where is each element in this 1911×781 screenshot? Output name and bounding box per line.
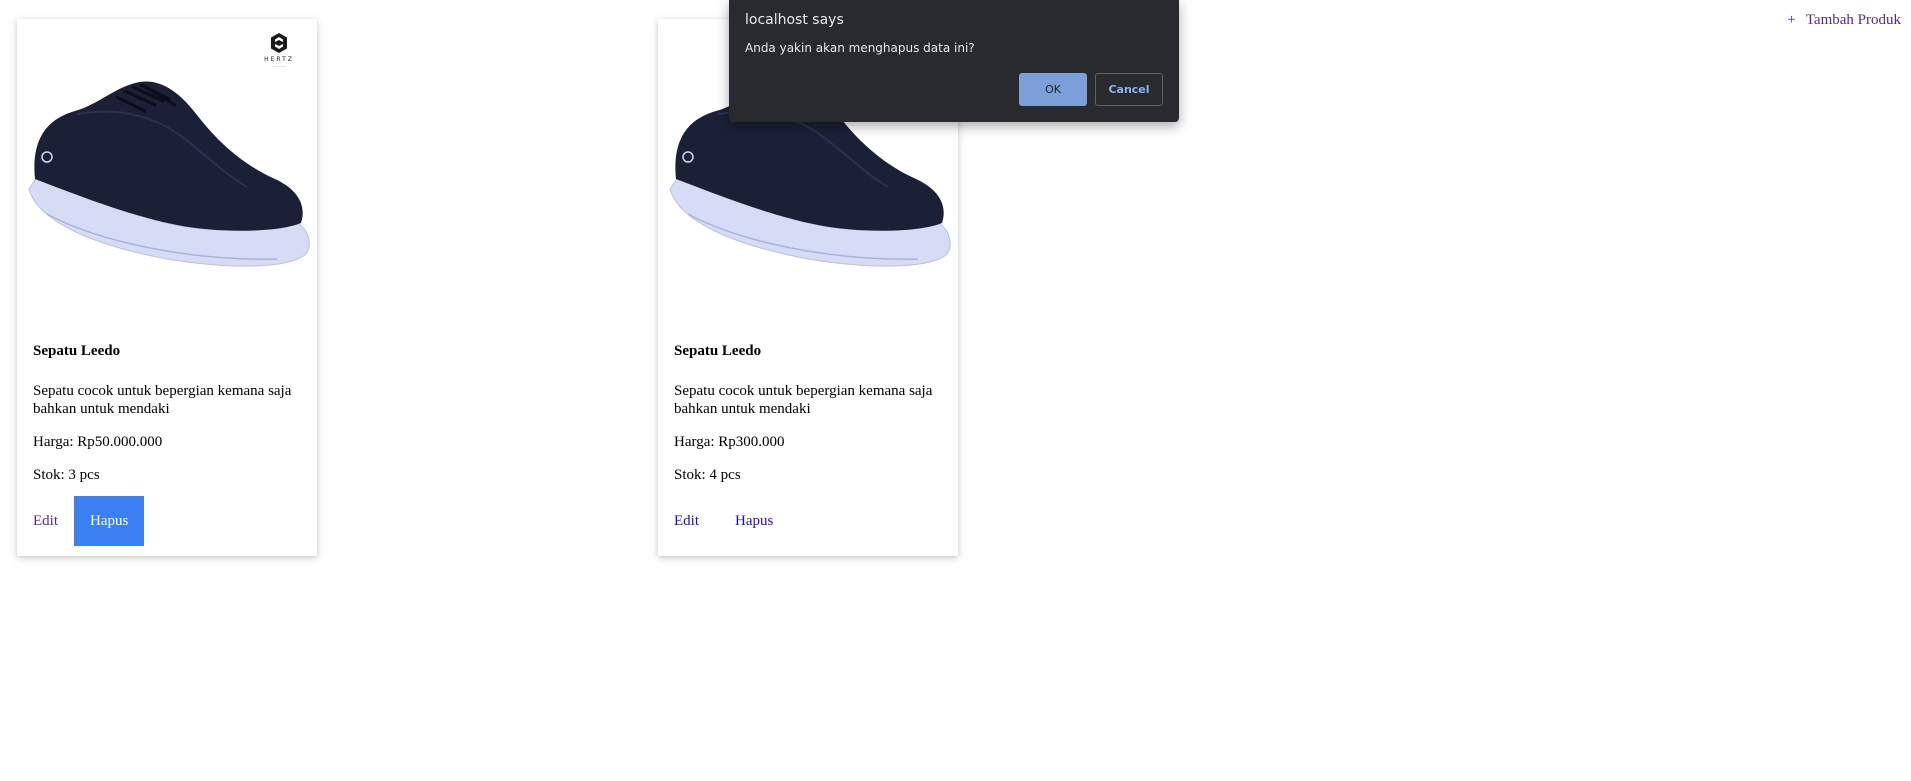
product-price: Harga: Rp300.000 [674,434,785,450]
product-description: Sepatu cocok untuk bepergian kemana saja… [674,383,933,417]
dialog-message: Anda yakin akan menghapus data ini? [745,41,975,55]
ok-button[interactable]: OK [1019,73,1087,106]
product-description: Sepatu cocok untuk bepergian kemana saja… [33,383,292,417]
edit-button[interactable]: Edit [17,496,74,546]
product-stock: Stok: 3 pcs [33,467,100,483]
add-product-link[interactable]: + Tambah Produk [1787,12,1901,29]
confirm-dialog: localhost says Anda yakin akan menghapus… [729,0,1179,122]
sneaker-image [28,81,310,267]
product-name: Sepatu Leedo [33,343,121,359]
product-name: Sepatu Leedo [674,343,762,359]
dialog-title: localhost says [745,12,844,28]
delete-button[interactable]: Hapus [74,496,145,546]
delete-button[interactable]: Hapus [715,496,793,546]
product-card: HERTZ ————— Sepatu Leedo Sepatu cocok un… [17,19,317,556]
edit-button[interactable]: Edit [658,496,715,546]
cancel-button[interactable]: Cancel [1095,73,1163,106]
product-price: Harga: Rp50.000.000 [33,434,163,450]
product-image: HERTZ ————— [17,19,317,319]
add-product-label: Tambah Produk [1805,12,1901,28]
plus-icon: + [1787,12,1796,28]
page: + Tambah Produk HERTZ ————— Sepatu Leedo… [0,0,1911,781]
product-stock: Stok: 4 pcs [674,467,741,483]
